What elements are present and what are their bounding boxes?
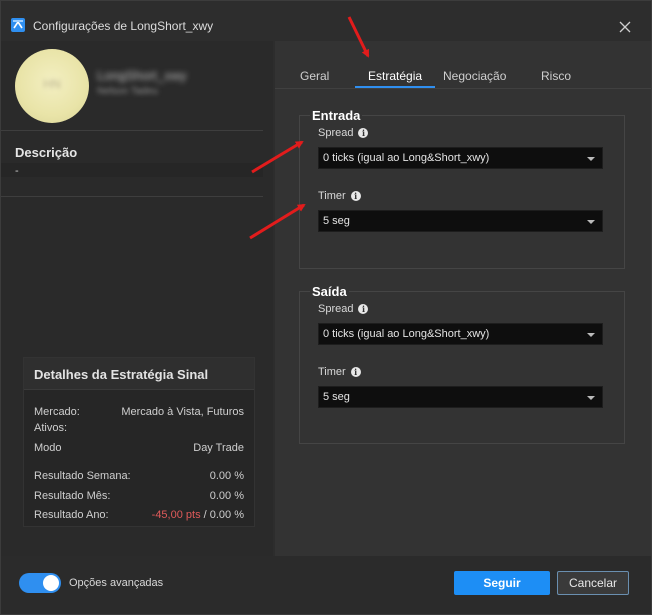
entrada-spread-label: Spread i [318, 127, 369, 139]
avatar: HN [15, 49, 89, 123]
profile-subtitle: Nelson Tadeu [97, 86, 158, 97]
close-icon[interactable] [617, 19, 633, 35]
avatar-initials: HN [43, 77, 61, 91]
description-value: - [15, 165, 19, 177]
right-panel: Geral Estratégia Negociação Risco Entrad… [275, 41, 651, 556]
info-icon[interactable]: i [350, 191, 361, 201]
window-title: Configurações de LongShort_xwy [33, 19, 214, 33]
saida-spread-select[interactable]: 0 ticks (igual ao Long&Short_xwy) [318, 323, 603, 345]
tab-estrategia[interactable]: Estratégia [368, 69, 422, 83]
tab-bar: Geral Estratégia Negociação Risco [275, 61, 651, 89]
strategy-details-card: Detalhes da Estratégia Sinal Mercado: Me… [23, 357, 255, 527]
footer: Opções avançadas Seguir Cancelar [1, 556, 651, 614]
seguir-button[interactable]: Seguir [454, 571, 550, 595]
saida-timer-label: Timer i [318, 366, 361, 378]
tab-negociacao[interactable]: Negociação [443, 69, 506, 83]
chevron-down-icon [587, 157, 595, 161]
chevron-down-icon [587, 220, 595, 224]
tab-risco[interactable]: Risco [541, 69, 571, 83]
saida-timer-select[interactable]: 5 seg [318, 386, 603, 408]
saida-title: Saída [310, 284, 349, 299]
left-panel: HN LongShort_xwy Nelson Tadeu Descrição … [1, 41, 273, 556]
info-icon[interactable]: i [350, 367, 361, 377]
entrada-timer-select[interactable]: 5 seg [318, 210, 603, 232]
cancel-button[interactable]: Cancelar [557, 571, 629, 595]
active-tab-indicator [355, 86, 435, 88]
chevron-down-icon [587, 396, 595, 400]
title-bar: Configurações de LongShort_xwy [1, 1, 651, 41]
advanced-options-label: Opções avançadas [69, 577, 164, 589]
divider [1, 130, 263, 131]
saida-spread-label: Spread i [318, 303, 369, 315]
entrada-group: Entrada Spread i 0 ticks (igual ao Long&S… [299, 108, 625, 269]
advanced-options-toggle[interactable] [19, 573, 61, 593]
settings-window: Configurações de LongShort_xwy HN LongSh… [0, 0, 652, 615]
details-header: Detalhes da Estratégia Sinal [24, 358, 254, 390]
description-title: Descrição [15, 145, 78, 160]
details-title: Detalhes da Estratégia Sinal [34, 367, 209, 382]
profile-name: LongShort_xwy [97, 68, 187, 83]
tab-geral[interactable]: Geral [300, 69, 329, 83]
entrada-timer-label: Timer i [318, 190, 361, 202]
divider [1, 196, 263, 197]
entrada-title: Entrada [310, 108, 363, 123]
toggle-knob [43, 575, 59, 591]
app-logo-icon [11, 18, 25, 32]
saida-group: Saída Spread i 0 ticks (igual ao Long&Sho… [299, 284, 625, 444]
description-box [1, 163, 263, 177]
info-icon[interactable]: i [358, 304, 369, 314]
info-icon[interactable]: i [358, 128, 369, 138]
entrada-spread-select[interactable]: 0 ticks (igual ao Long&Short_xwy) [318, 147, 603, 169]
chevron-down-icon [587, 333, 595, 337]
negative-points: -45,00 pts [151, 509, 201, 521]
